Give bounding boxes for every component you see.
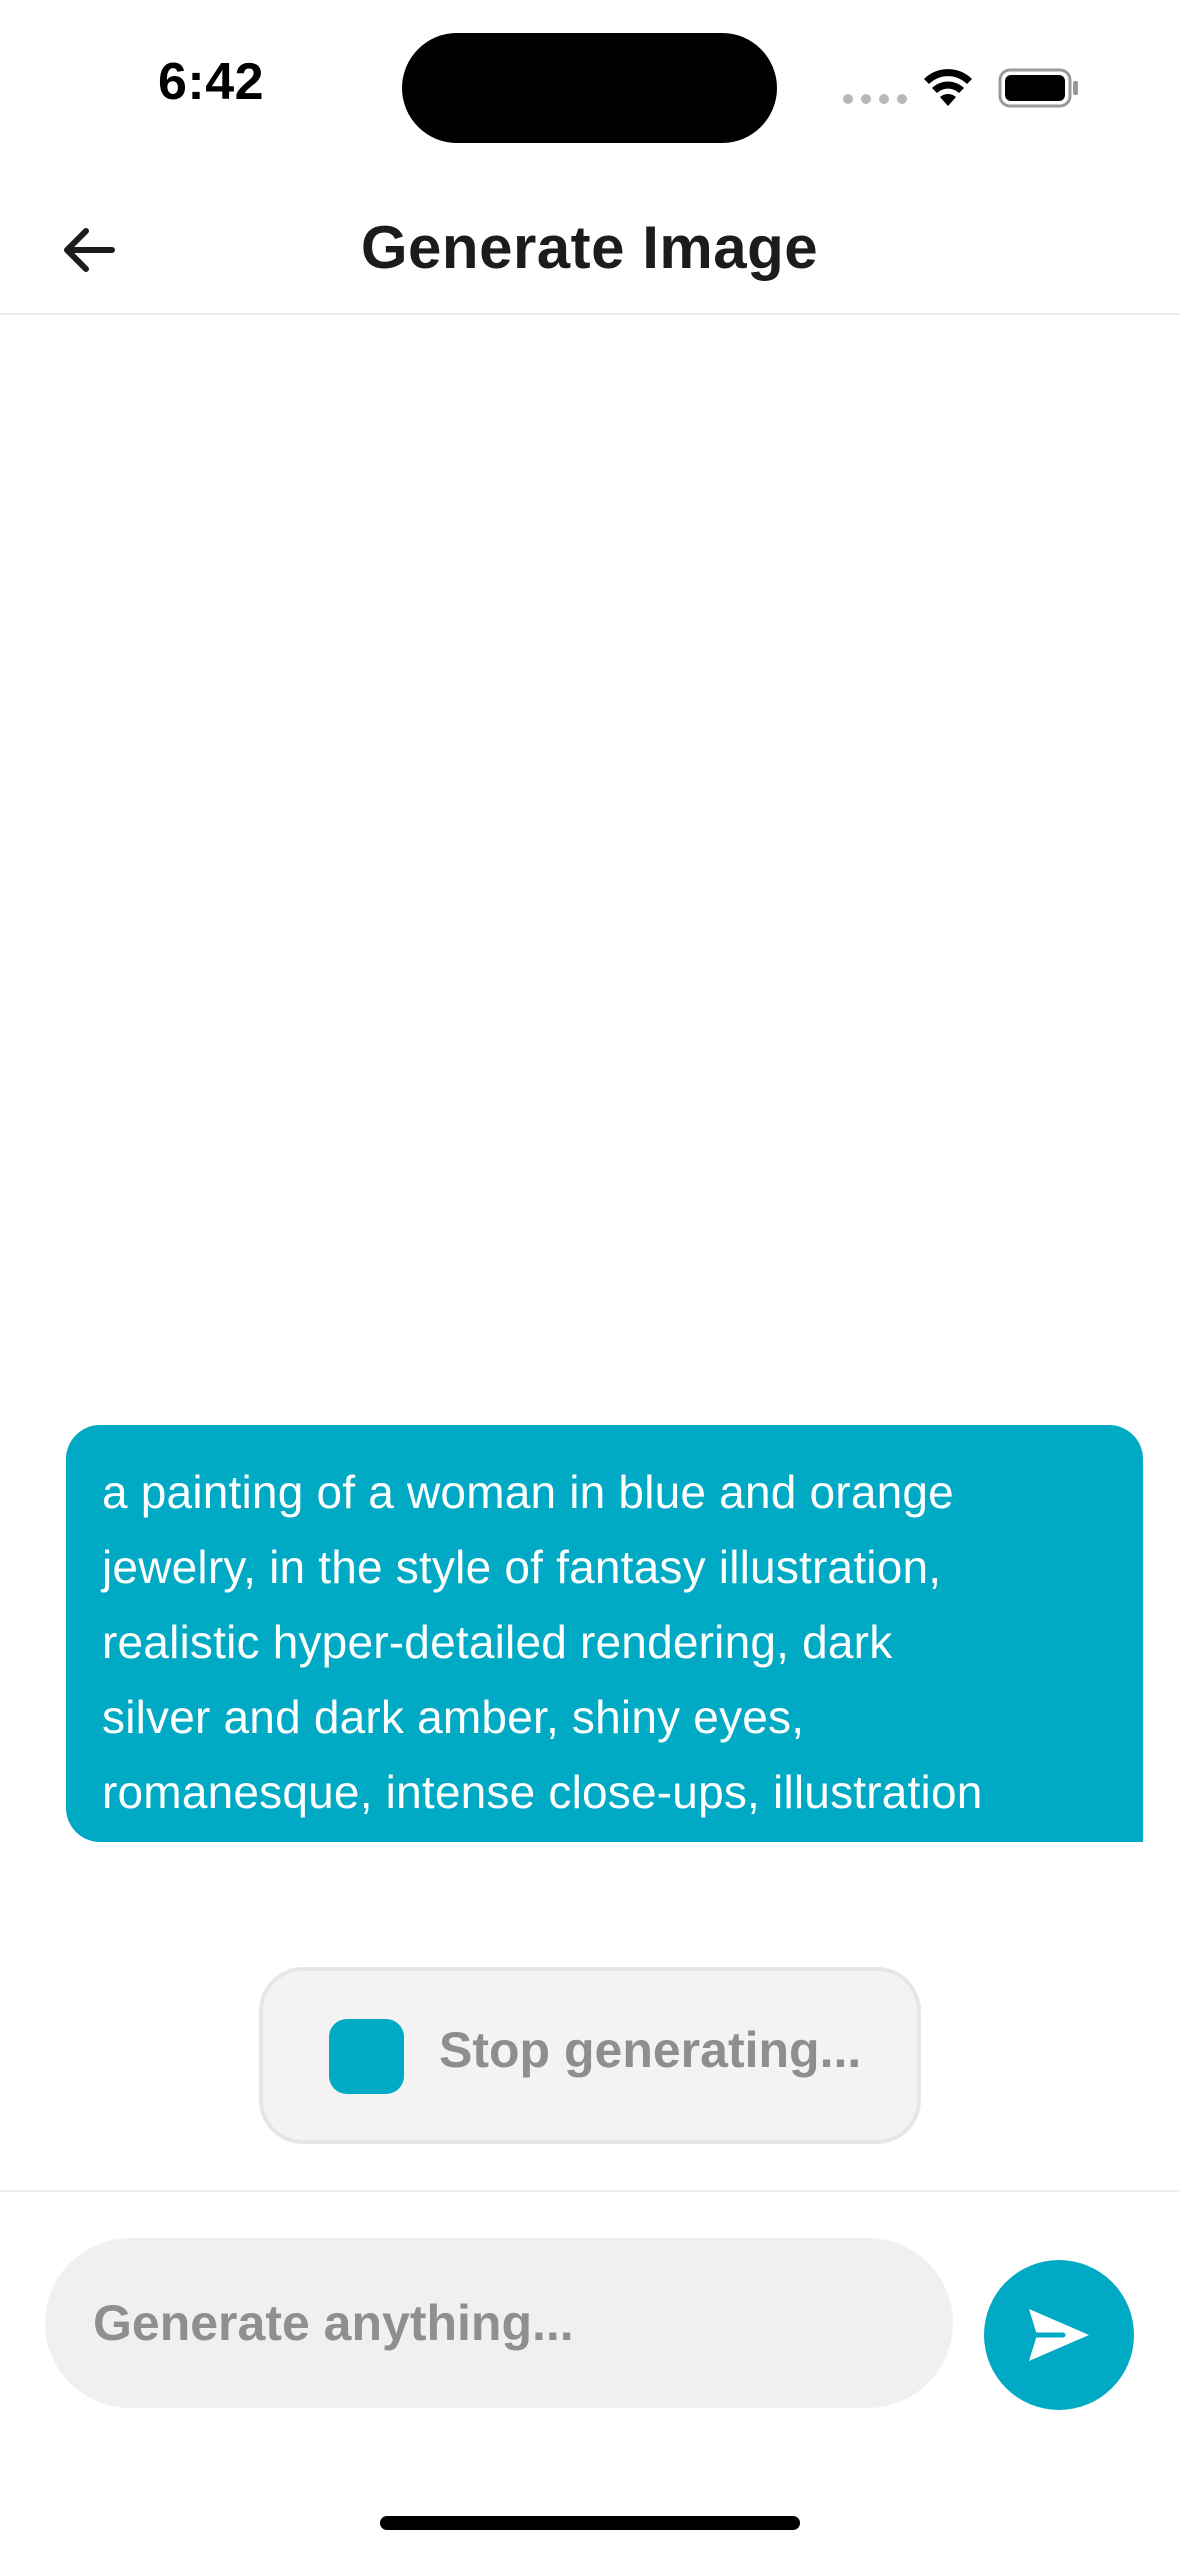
nav-bar: Generate Image <box>0 175 1179 315</box>
cellular-signal-icon <box>843 94 907 104</box>
chat-area: a painting of a woman in blue and orange… <box>0 315 1179 2190</box>
home-indicator[interactable] <box>380 2516 800 2530</box>
prompt-input[interactable] <box>45 2238 953 2408</box>
battery-icon <box>998 68 1078 108</box>
prompt-line: jewelry, in the style of fantasy illustr… <box>102 1541 942 1593</box>
prompt-line: romanesque, intense close-ups, illustrat… <box>102 1766 983 1818</box>
page-title: Generate Image <box>360 214 819 281</box>
composer <box>0 2190 1179 2556</box>
user-prompt-bubble: a painting of a woman in blue and orange… <box>66 1425 1143 1842</box>
send-arrow-icon <box>1029 2309 1089 2361</box>
prompt-line: realistic hyper-detailed rendering, dark <box>102 1616 893 1668</box>
stop-generating-label: Stop generating... <box>439 2022 862 2078</box>
status-bar: 6:42 <box>0 0 1179 175</box>
stop-square-icon <box>329 2019 404 2094</box>
prompt-line: a painting of a woman in blue and orange <box>102 1466 954 1518</box>
wifi-icon <box>924 69 972 106</box>
prompt-line: silver and dark amber, shiny eyes, <box>102 1691 805 1743</box>
dynamic-island <box>402 33 777 143</box>
status-time: 6:42 <box>158 53 265 111</box>
send-button[interactable] <box>984 2260 1134 2410</box>
stop-generating-button[interactable]: Stop generating... <box>259 1967 921 2144</box>
